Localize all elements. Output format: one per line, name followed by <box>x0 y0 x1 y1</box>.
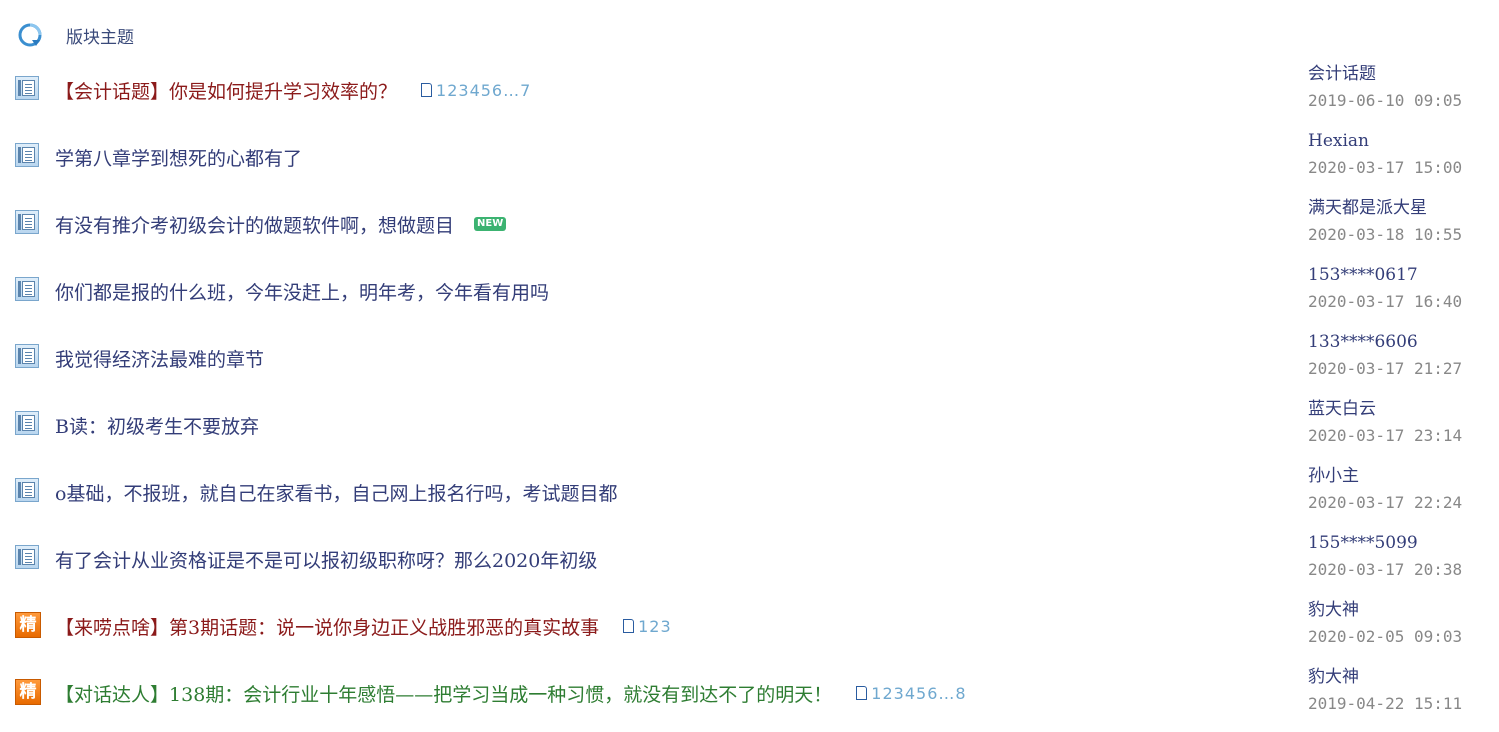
post-time: 2020-03-17 20:38 <box>1308 560 1463 579</box>
section-title: 版块主题 <box>66 27 134 48</box>
thread-subject[interactable]: 你们都是报的什么班，今年没赶上，明年考，今年看有用吗 <box>55 277 549 305</box>
post-time: 2020-03-17 16:40 <box>1308 292 1463 311</box>
table-row: B读：初级考生不要放弃 蓝天白云 2020-03-17 23:14 <box>0 397 1499 464</box>
thread-category-tag[interactable]: 【来唠点啥】 <box>55 613 169 640</box>
refresh-icon[interactable] <box>18 23 42 47</box>
author-link[interactable]: 会计话题 <box>1308 62 1488 86</box>
thread-status-cell <box>15 76 41 102</box>
author-link[interactable]: 155****5099 <box>1308 531 1488 555</box>
thread-status-cell: 精 <box>15 612 41 638</box>
table-row: 精【来唠点啥】 第3期话题：说一说你身边正义战胜邪恶的真实故事 123 豹大神 2020… <box>0 598 1499 665</box>
last-post-info: 蓝天白云 2020-03-17 23:14 <box>1308 397 1488 447</box>
author-link[interactable]: Hexian <box>1308 129 1488 153</box>
post-time: 2020-02-05 09:03 <box>1308 627 1463 646</box>
post-time: 2020-03-17 23:14 <box>1308 426 1463 445</box>
doc-icon <box>15 411 39 435</box>
page-links[interactable]: 123456…7 <box>436 81 531 100</box>
table-row: 我觉得经济法最难的章节 133****6606 2020-03-17 21:27 <box>0 330 1499 397</box>
doc-icon <box>15 210 39 234</box>
author-link[interactable]: 153****0617 <box>1308 263 1488 287</box>
thread-status-cell <box>15 143 41 169</box>
thread-status-cell <box>15 411 41 437</box>
post-time: 2020-03-18 10:55 <box>1308 225 1463 244</box>
thread-title-link[interactable]: 你们都是报的什么班，今年没赶上，明年考，今年看有用吗 <box>55 278 549 305</box>
thread-title-link[interactable]: 有没有推介考初级会计的做题软件啊，想做题目 <box>55 211 454 238</box>
last-post-info: 孙小主 2020-03-17 22:24 <box>1308 464 1488 514</box>
post-time: 2020-03-17 15:00 <box>1308 158 1463 177</box>
author-link[interactable]: 蓝天白云 <box>1308 397 1488 421</box>
jing-icon: 精 <box>15 679 41 705</box>
last-post-info: 155****5099 2020-03-17 20:38 <box>1308 531 1488 581</box>
thread-subject[interactable]: o基础，不报班，就自己在家看书，自己网上报名行吗，考试题目都 <box>55 478 617 506</box>
post-time: 2020-03-17 21:27 <box>1308 359 1463 378</box>
page-icon <box>421 83 433 97</box>
thread-title-link[interactable]: 第3期话题：说一说你身边正义战胜邪恶的真实故事 <box>169 613 599 640</box>
page-icon <box>623 619 635 633</box>
table-row: 【会计话题】 你是如何提升学习效率的？ 123456…7 会计话题 2019-06-10… <box>0 62 1499 129</box>
table-row: 有没有推介考初级会计的做题软件啊，想做题目 NEW 满天都是派大星 2020-03-1… <box>0 196 1499 263</box>
thread-subject[interactable]: 学第八章学到想死的心都有了 <box>55 143 302 171</box>
thread-category-tag[interactable]: 【对话达人】 <box>55 680 169 707</box>
thread-title-link[interactable]: 有了会计从业资格证是不是可以报初级职称呀？那么2020年初级 <box>55 546 597 573</box>
thread-status-cell <box>15 210 41 236</box>
thread-subject[interactable]: 【对话达人】 138期：会计行业十年感悟——把学习当成一种习惯，就没有到达不了的明… <box>55 679 967 707</box>
thread-title-link[interactable]: 学第八章学到想死的心都有了 <box>55 144 302 171</box>
new-badge: NEW <box>474 217 507 231</box>
last-post-info: 豹大神 2020-02-05 09:03 <box>1308 598 1488 648</box>
doc-icon <box>15 478 39 502</box>
doc-icon <box>15 76 39 100</box>
thread-subject[interactable]: B读：初级考生不要放弃 <box>55 411 259 439</box>
author-link[interactable]: 满天都是派大星 <box>1308 196 1488 220</box>
last-post-info: 153****0617 2020-03-17 16:40 <box>1308 263 1488 313</box>
doc-icon <box>15 344 39 368</box>
thread-title-link[interactable]: B读：初级考生不要放弃 <box>55 412 259 439</box>
thread-subject[interactable]: 【来唠点啥】 第3期话题：说一说你身边正义战胜邪恶的真实故事 123 <box>55 612 672 640</box>
thread-status-cell <box>15 545 41 571</box>
post-time: 2019-06-10 09:05 <box>1308 91 1463 110</box>
doc-icon <box>15 277 39 301</box>
doc-icon <box>15 143 39 167</box>
thread-subject[interactable]: 有没有推介考初级会计的做题软件啊，想做题目 NEW <box>55 210 507 238</box>
thread-status-cell <box>15 277 41 303</box>
author-link[interactable]: 豹大神 <box>1308 665 1488 689</box>
doc-icon <box>15 545 39 569</box>
thread-title-link[interactable]: 我觉得经济法最难的章节 <box>55 345 264 372</box>
thread-pagination[interactable]: 123456…8 <box>856 684 966 703</box>
page-icon <box>856 686 868 700</box>
page-links[interactable]: 123456…8 <box>871 684 966 703</box>
thread-title-link[interactable]: 你是如何提升学习效率的？ <box>169 77 397 104</box>
thread-status-cell <box>15 344 41 370</box>
last-post-info: 会计话题 2019-06-10 09:05 <box>1308 62 1488 112</box>
post-time: 2019-04-22 15:11 <box>1308 694 1463 713</box>
table-row: 精【对话达人】 138期：会计行业十年感悟——把学习当成一种习惯，就没有到达不了的… <box>0 665 1499 732</box>
last-post-info: Hexian 2020-03-17 15:00 <box>1308 129 1488 179</box>
thread-subject[interactable]: 有了会计从业资格证是不是可以报初级职称呀？那么2020年初级 <box>55 545 597 573</box>
thread-pagination[interactable]: 123456…7 <box>421 81 531 100</box>
table-row: 你们都是报的什么班，今年没赶上，明年考，今年看有用吗 153****0617 202… <box>0 263 1499 330</box>
table-row: o基础，不报班，就自己在家看书，自己网上报名行吗，考试题目都 孙小主 2020-03… <box>0 464 1499 531</box>
table-row: 学第八章学到想死的心都有了 Hexian 2020-03-17 15:00 <box>0 129 1499 196</box>
thread-title-link[interactable]: 138期：会计行业十年感悟——把学习当成一种习惯，就没有到达不了的明天！ <box>169 680 832 707</box>
thread-status-cell: 精 <box>15 679 41 705</box>
last-post-info: 133****6606 2020-03-17 21:27 <box>1308 330 1488 380</box>
thread-subject[interactable]: 我觉得经济法最难的章节 <box>55 344 264 372</box>
thread-category-tag[interactable]: 【会计话题】 <box>55 77 169 104</box>
thread-subject[interactable]: 【会计话题】 你是如何提升学习效率的？ 123456…7 <box>55 76 531 104</box>
jing-icon: 精 <box>15 612 41 638</box>
thread-title-link[interactable]: o基础，不报班，就自己在家看书，自己网上报名行吗，考试题目都 <box>55 479 617 506</box>
forum-header: 版块主题 <box>18 22 134 48</box>
author-link[interactable]: 133****6606 <box>1308 330 1488 354</box>
author-link[interactable]: 豹大神 <box>1308 598 1488 622</box>
post-time: 2020-03-17 22:24 <box>1308 493 1463 512</box>
page-links[interactable]: 123 <box>638 617 672 636</box>
author-link[interactable]: 孙小主 <box>1308 464 1488 488</box>
last-post-info: 满天都是派大星 2020-03-18 10:55 <box>1308 196 1488 246</box>
last-post-info: 豹大神 2019-04-22 15:11 <box>1308 665 1488 715</box>
thread-pagination[interactable]: 123 <box>623 617 672 636</box>
table-row: 有了会计从业资格证是不是可以报初级职称呀？那么2020年初级 155****509… <box>0 531 1499 598</box>
thread-status-cell <box>15 478 41 504</box>
